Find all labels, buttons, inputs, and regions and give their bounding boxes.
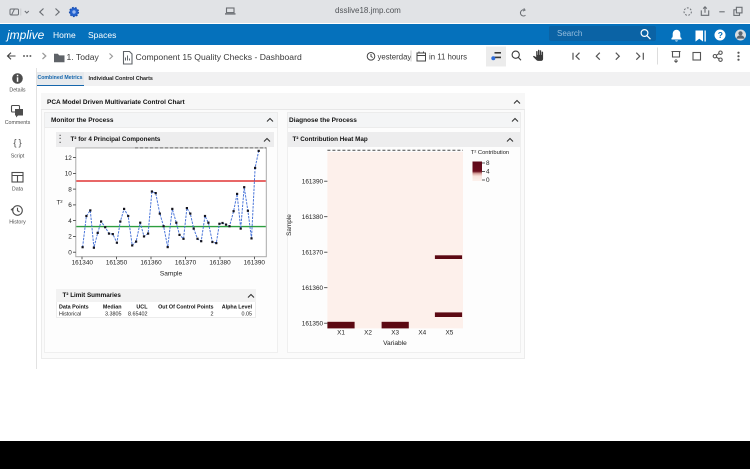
svg-text:161390: 161390: [302, 178, 324, 185]
svg-text:161340: 161340: [72, 260, 94, 267]
svg-text:12: 12: [65, 155, 73, 162]
svg-text:Data Points: Data Points: [59, 305, 89, 311]
svg-text:4: 4: [68, 218, 72, 225]
svg-text:2: 2: [211, 312, 214, 318]
svg-text:X2: X2: [364, 329, 372, 336]
svg-text:8: 8: [486, 160, 490, 167]
svg-text:History: History: [9, 219, 26, 225]
svg-text:1. Today: 1. Today: [67, 52, 100, 62]
svg-text:0.05: 0.05: [242, 312, 253, 318]
svg-text:{ }: { }: [13, 137, 21, 148]
svg-text:0: 0: [68, 249, 72, 256]
svg-text:161350: 161350: [302, 320, 324, 327]
svg-text:4: 4: [486, 169, 490, 176]
svg-text:2: 2: [68, 234, 72, 241]
svg-text:X1: X1: [337, 329, 345, 336]
svg-text:T² Contribution: T² Contribution: [471, 150, 509, 156]
svg-text:Median: Median: [103, 305, 122, 311]
svg-text:UCL: UCL: [136, 305, 148, 311]
svg-text:8: 8: [68, 186, 72, 193]
svg-text:161370: 161370: [302, 249, 324, 256]
svg-text:Sample: Sample: [160, 270, 183, 277]
svg-text:?: ?: [718, 30, 723, 40]
svg-text:161370: 161370: [175, 260, 197, 267]
svg-text:Data: Data: [12, 186, 23, 192]
svg-text:0: 0: [486, 177, 490, 184]
svg-text:Comments: Comments: [5, 119, 31, 125]
svg-text:6: 6: [68, 202, 72, 209]
svg-text:10: 10: [65, 171, 73, 178]
svg-text:X3: X3: [391, 329, 399, 336]
svg-text:in 11 hours: in 11 hours: [429, 52, 467, 61]
svg-text:Alpha Level: Alpha Level: [222, 305, 253, 311]
svg-text:161380: 161380: [302, 214, 324, 221]
svg-text:X5: X5: [445, 329, 453, 336]
svg-text:161390: 161390: [244, 260, 266, 267]
svg-text:Variable: Variable: [383, 340, 407, 347]
svg-text:yesterday: yesterday: [378, 52, 412, 61]
svg-text:Historical: Historical: [59, 312, 81, 318]
svg-text:8.65402: 8.65402: [128, 312, 148, 318]
svg-text:3.3805: 3.3805: [105, 312, 122, 318]
svg-text:X4: X4: [418, 329, 426, 336]
svg-text:161380: 161380: [209, 260, 231, 267]
svg-text:161350: 161350: [106, 260, 128, 267]
svg-text:161360: 161360: [302, 285, 324, 292]
svg-text:Out Of Control Points: Out Of Control Points: [158, 305, 213, 311]
svg-text:161360: 161360: [140, 260, 162, 267]
svg-text:Script: Script: [11, 153, 25, 159]
svg-text:Component 15 Quality Checks -: Component 15 Quality Checks - Dashboard: [136, 52, 302, 62]
svg-text:Details: Details: [9, 87, 26, 93]
svg-text:dsslive18.jmp.com: dsslive18.jmp.com: [335, 6, 401, 15]
svg-text:T²: T²: [57, 200, 63, 207]
